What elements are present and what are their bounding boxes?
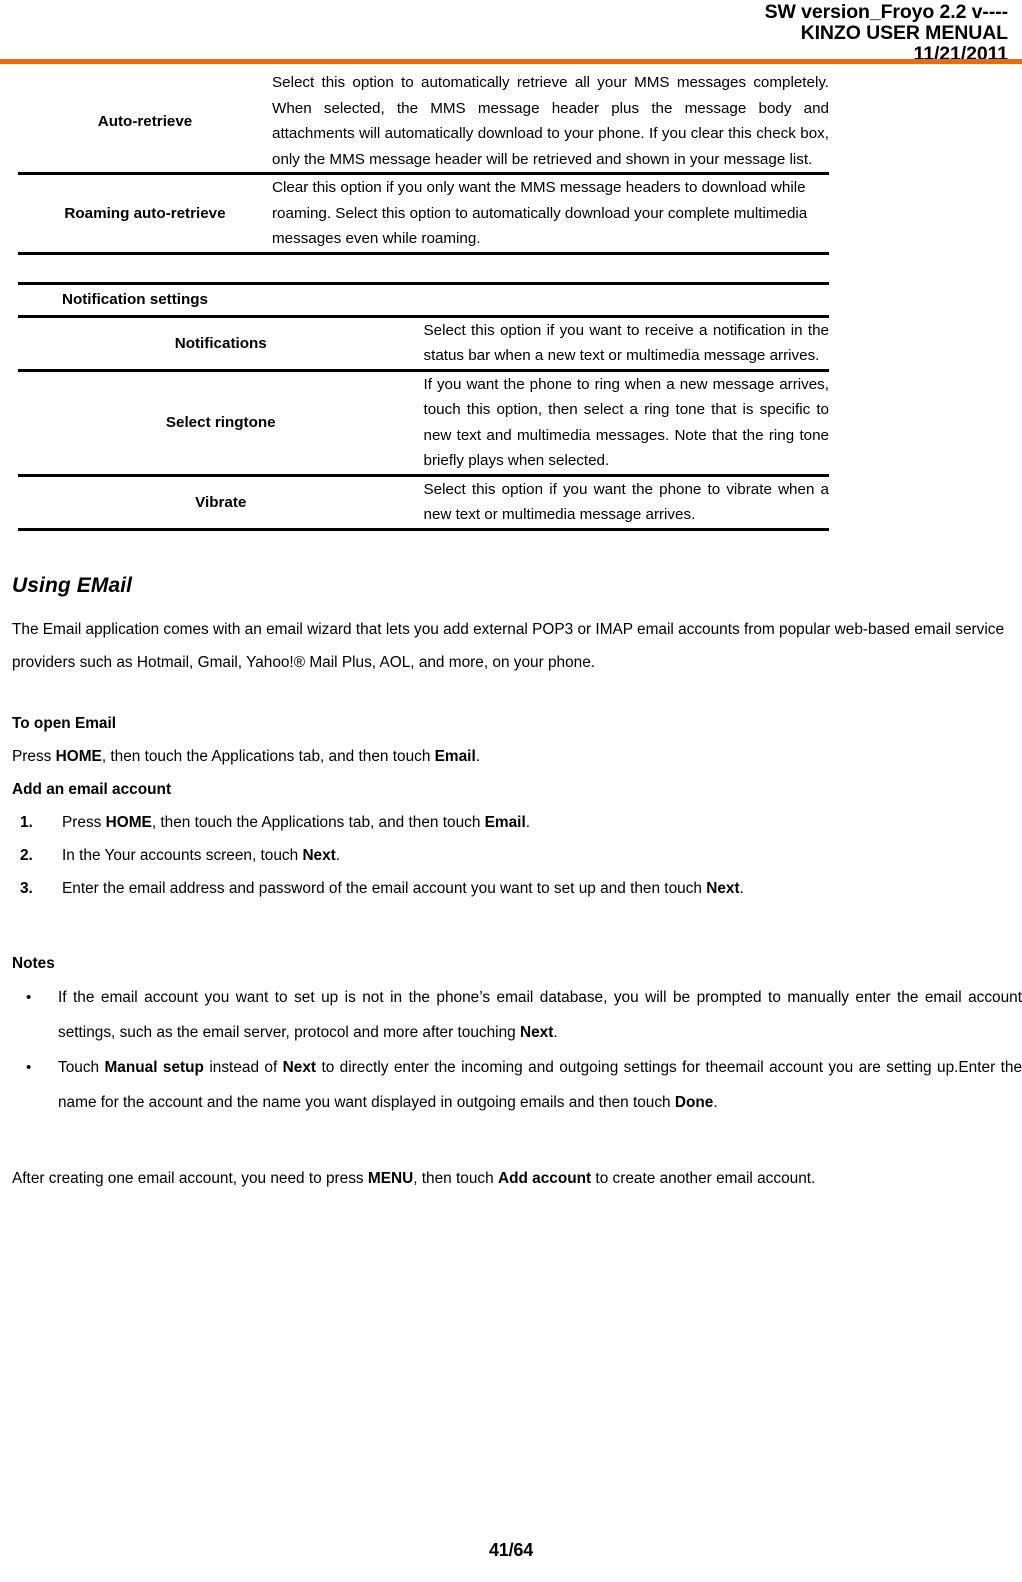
row-desc-roaming-auto-retrieve: Clear this option if you only want the M… — [272, 173, 829, 255]
page-content: Auto-retrieve Select this option to auto… — [0, 70, 1022, 1195]
text-fragment: , then touch the Applications tab, and t… — [101, 747, 435, 765]
emphasis-text: HOME — [105, 813, 152, 831]
notification-settings-heading: Notification settings — [18, 281, 829, 318]
text-fragment: . — [553, 1023, 558, 1041]
emphasis-text: Next — [519, 1023, 554, 1041]
text-fragment: . — [713, 1093, 718, 1111]
list-item: • Touch Manual setup instead of Next to d… — [12, 1050, 1022, 1120]
to-open-email-heading: To open Email — [12, 714, 117, 732]
table-separator-gap — [0, 255, 1022, 282]
emphasis-text: Done — [674, 1093, 714, 1111]
emphasis-text: Add account — [497, 1169, 592, 1187]
header-manual-title: KINZO USER MENUAL — [800, 22, 1008, 44]
closing-paragraph: After creating one email account, you ne… — [12, 1162, 1010, 1195]
table-row: Roaming auto-retrieve Clear this option … — [18, 173, 829, 255]
table-section-heading-row: Notification settings — [18, 281, 829, 318]
table-row: Select ringtone If you want the phone to… — [18, 370, 829, 477]
table-row: Auto-retrieve Select this option to auto… — [18, 70, 829, 175]
row-label-auto-retrieve: Auto-retrieve — [18, 70, 272, 175]
emphasis-text: Next — [282, 1058, 317, 1076]
row-label-notifications: Notifications — [18, 316, 424, 372]
document-header: SW version_Froyo 2.2 v---- KINZO USER ME… — [0, 0, 1022, 65]
row-label-select-ringtone: Select ringtone — [18, 370, 424, 477]
text-fragment: . — [739, 879, 744, 897]
emphasis-text: Next — [302, 846, 336, 864]
header-orange-divider — [0, 59, 1022, 64]
key-email: Email — [434, 747, 476, 765]
to-open-email-instruction: Press HOME, then touch the Applications … — [12, 740, 1010, 773]
page-number: 41/64 — [488, 1540, 534, 1560]
bullet-icon: • — [26, 1058, 32, 1076]
text-fragment: In the Your accounts screen, touch — [62, 846, 303, 864]
row-label-roaming-auto-retrieve: Roaming auto-retrieve — [18, 173, 272, 255]
text-fragment: Touch — [58, 1058, 105, 1076]
text-fragment: Press — [12, 747, 56, 765]
emphasis-text: MENU — [367, 1169, 414, 1187]
row-desc-auto-retrieve: Select this option to automatically retr… — [272, 70, 829, 175]
notes-heading: Notes — [12, 954, 55, 972]
table-row: Vibrate Select this option if you want t… — [18, 475, 829, 531]
row-desc-vibrate: Select this option if you want the phone… — [423, 475, 829, 531]
step-number: 2. — [20, 846, 33, 864]
text-fragment: . — [335, 846, 341, 864]
header-sw-version: SW version_Froyo 2.2 v---- — [764, 1, 1008, 23]
notification-settings-table: Notification settings Notifications Sele… — [18, 281, 829, 531]
text-fragment: , then touch — [413, 1169, 498, 1187]
email-intro-paragraph: The Email application comes with an emai… — [12, 620, 1005, 671]
key-home: HOME — [55, 747, 102, 765]
list-item: 1. Press HOME, then touch the Application… — [12, 806, 1022, 839]
page-footer: 41/64 — [0, 1540, 1022, 1561]
row-desc-select-ringtone: If you want the phone to ring when a new… — [423, 370, 829, 477]
page-title: Using EMail — [12, 573, 133, 597]
table-row: Notifications Select this option if you … — [18, 316, 829, 372]
emphasis-text: Next — [706, 879, 740, 897]
bullet-icon: • — [26, 988, 32, 1006]
text-fragment: Press — [62, 813, 106, 831]
text-fragment: . — [525, 813, 531, 831]
step-number: 3. — [20, 879, 33, 897]
emphasis-text: Email — [484, 813, 526, 831]
row-desc-notifications: Select this option if you want to receiv… — [423, 316, 829, 372]
text-fragment: to create another email account. — [591, 1169, 816, 1187]
list-item: • If the email account you want to set up… — [12, 980, 1022, 1050]
list-item: 2. In the Your accounts screen, touch Nex… — [12, 839, 1022, 872]
emphasis-text: Manual setup — [104, 1058, 204, 1076]
text-fragment: Enter the email address and password of … — [62, 879, 707, 897]
text-fragment: . — [475, 747, 481, 765]
add-account-steps-list: 1. Press HOME, then touch the Application… — [0, 806, 1022, 905]
notes-list: • If the email account you want to set up… — [0, 980, 1022, 1120]
text-fragment: instead of — [203, 1058, 283, 1076]
row-label-vibrate: Vibrate — [18, 475, 424, 531]
mms-settings-table: Auto-retrieve Select this option to auto… — [18, 70, 829, 255]
list-item: 3. Enter the email address and password o… — [12, 872, 1022, 905]
add-email-account-heading: Add an email account — [12, 780, 172, 798]
text-fragment: , then touch the Applications tab, and t… — [151, 813, 485, 831]
step-number: 1. — [20, 813, 33, 831]
text-fragment: After creating one email account, you ne… — [12, 1169, 368, 1187]
